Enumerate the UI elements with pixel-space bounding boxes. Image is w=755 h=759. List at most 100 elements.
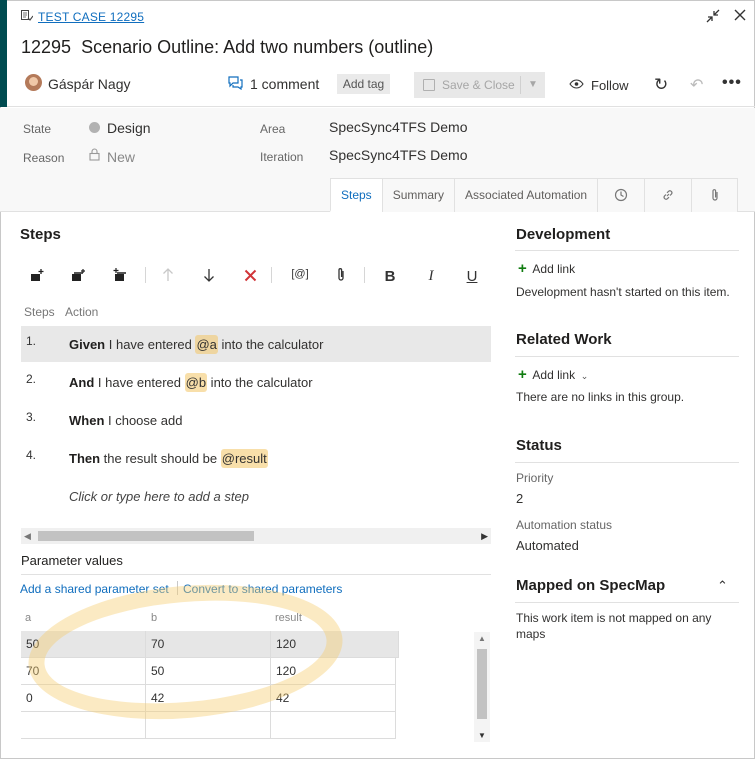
refresh-icon[interactable]: ↻ bbox=[654, 75, 668, 95]
parameter-values-title: Parameter values bbox=[21, 553, 123, 568]
italic-icon[interactable]: I bbox=[422, 268, 440, 285]
parameter-cell[interactable] bbox=[271, 712, 396, 739]
follow-button[interactable]: Follow bbox=[591, 78, 629, 93]
comment-icon[interactable] bbox=[228, 76, 243, 90]
create-shared-steps-icon[interactable] bbox=[112, 268, 128, 282]
tab-associated-automation[interactable]: Associated Automation bbox=[454, 178, 598, 212]
status-title: Status bbox=[516, 437, 562, 454]
divider bbox=[515, 602, 739, 603]
parameter-cell[interactable]: 120 bbox=[271, 658, 396, 685]
step-action[interactable]: Given I have entered @a into the calcula… bbox=[69, 335, 323, 354]
tab-summary[interactable]: Summary bbox=[381, 178, 455, 212]
priority-value[interactable]: 2 bbox=[516, 491, 523, 506]
page-title[interactable]: 12295 Scenario Outline: Add two numbers (… bbox=[21, 37, 433, 58]
accent-bar bbox=[0, 0, 7, 107]
work-item-title[interactable]: Scenario Outline: Add two numbers (outli… bbox=[81, 37, 433, 57]
scroll-left-icon[interactable]: ◀ bbox=[24, 528, 31, 544]
step-text: the result should be bbox=[100, 451, 221, 466]
scrollbar-thumb[interactable] bbox=[477, 649, 487, 719]
specmap-note-continued: maps bbox=[516, 627, 546, 641]
step-keyword: Given bbox=[69, 337, 106, 352]
undo-icon[interactable]: ↶ bbox=[690, 75, 703, 95]
save-close-button[interactable]: Save & Close ▼ bbox=[414, 72, 545, 98]
scroll-right-icon[interactable]: ▶ bbox=[481, 528, 488, 544]
parameter-header-result: result bbox=[275, 612, 302, 624]
parameter-cell[interactable]: 70 bbox=[146, 631, 271, 658]
related-add-link-button[interactable]: + Add link ⌄ bbox=[518, 366, 588, 383]
parameter-cell[interactable] bbox=[21, 712, 146, 739]
parameter-cell[interactable]: 0 bbox=[21, 685, 146, 712]
step-row[interactable]: 4. Then the result should be @result bbox=[21, 440, 491, 476]
add-tag-button[interactable]: Add tag bbox=[337, 74, 390, 94]
attachment-icon[interactable] bbox=[336, 267, 346, 282]
step-action[interactable]: When I choose add bbox=[69, 413, 182, 428]
steps-section-title: Steps bbox=[20, 226, 61, 243]
step-row[interactable]: 2. And I have entered @b into the calcul… bbox=[21, 364, 491, 400]
comments-count[interactable]: 1 comment bbox=[250, 76, 319, 92]
development-note: Development hasn't started on this item. bbox=[516, 285, 730, 299]
tab-attachments[interactable] bbox=[691, 178, 739, 212]
insert-parameter-icon[interactable]: [@] bbox=[291, 268, 309, 280]
step-keyword: Then bbox=[69, 451, 101, 466]
chevron-down-icon: ⌄ bbox=[580, 371, 589, 381]
step-parameter: @result bbox=[220, 449, 268, 468]
work-item-id: 12295 bbox=[21, 37, 72, 57]
scroll-up-icon[interactable]: ▲ bbox=[474, 634, 490, 643]
plus-icon: + bbox=[518, 260, 527, 277]
action-column-header: Action bbox=[65, 305, 99, 319]
area-value[interactable]: SpecSync4TFS Demo bbox=[329, 119, 468, 135]
area-label: Area bbox=[260, 122, 286, 136]
parameter-header-a: a bbox=[25, 612, 32, 624]
bold-icon[interactable]: B bbox=[381, 268, 399, 285]
move-down-icon[interactable] bbox=[203, 268, 215, 282]
tab-history[interactable] bbox=[597, 178, 645, 212]
collapse-icon[interactable] bbox=[704, 8, 722, 26]
priority-label: Priority bbox=[516, 471, 554, 485]
plus-icon: + bbox=[518, 366, 527, 383]
convert-to-shared-parameters-link[interactable]: Convert to shared parameters bbox=[183, 582, 342, 596]
insert-step-icon[interactable] bbox=[30, 268, 46, 282]
parameter-cell[interactable]: 50 bbox=[21, 631, 146, 658]
automation-status-label: Automation status bbox=[516, 518, 613, 532]
test-case-link[interactable]: TEST CASE 12295 bbox=[38, 10, 144, 24]
chevron-down-icon[interactable]: ▼ bbox=[528, 72, 538, 98]
step-action[interactable]: And I have entered @b into the calculato… bbox=[69, 373, 313, 392]
step-keyword: And bbox=[69, 375, 95, 390]
avatar[interactable] bbox=[25, 74, 42, 91]
parameter-cell[interactable]: 120 bbox=[271, 631, 399, 658]
divider bbox=[520, 76, 521, 94]
scroll-down-icon[interactable]: ▼ bbox=[474, 731, 490, 740]
step-parameter: @b bbox=[184, 373, 208, 392]
parameter-cell[interactable]: 42 bbox=[146, 685, 271, 712]
more-icon[interactable]: ••• bbox=[722, 74, 742, 92]
insert-shared-steps-icon[interactable] bbox=[71, 268, 87, 282]
step-row[interactable]: 1. Given I have entered @a into the calc… bbox=[21, 326, 491, 362]
iteration-value[interactable]: SpecSync4TFS Demo bbox=[329, 147, 468, 163]
scrollbar-thumb[interactable] bbox=[38, 531, 254, 541]
step-parameter: @a bbox=[195, 335, 218, 354]
step-action[interactable]: Then the result should be @result bbox=[69, 449, 268, 468]
related-work-title: Related Work bbox=[516, 331, 612, 348]
add-step-placeholder[interactable]: Click or type here to add a step bbox=[69, 489, 249, 504]
link-icon bbox=[663, 190, 673, 200]
add-link-button[interactable]: + Add link bbox=[518, 260, 575, 277]
step-row[interactable]: 3. When I choose add bbox=[21, 402, 491, 438]
underline-icon[interactable]: U bbox=[463, 268, 481, 285]
horizontal-scrollbar[interactable]: ◀ ▶ bbox=[21, 528, 491, 544]
delete-icon[interactable] bbox=[244, 269, 257, 282]
parameter-cell[interactable]: 70 bbox=[21, 658, 146, 685]
author-name[interactable]: Gáspár Nagy bbox=[48, 76, 130, 92]
vertical-scrollbar[interactable]: ▲ ▼ bbox=[474, 632, 490, 742]
state-label: State bbox=[23, 122, 52, 136]
parameter-cell[interactable] bbox=[146, 712, 271, 739]
tab-links[interactable] bbox=[644, 178, 692, 212]
move-up-icon[interactable] bbox=[162, 268, 174, 282]
parameter-cell[interactable]: 50 bbox=[146, 658, 271, 685]
tab-bar: Steps Summary Associated Automation bbox=[330, 178, 739, 212]
parameter-cell[interactable]: 42 bbox=[271, 685, 396, 712]
state-value[interactable]: Design bbox=[107, 120, 151, 136]
chevron-up-icon[interactable]: ⌃ bbox=[717, 578, 728, 594]
add-shared-parameter-set-link[interactable]: Add a shared parameter set bbox=[20, 582, 169, 596]
close-icon[interactable] bbox=[731, 8, 749, 26]
tab-steps[interactable]: Steps bbox=[330, 178, 382, 212]
